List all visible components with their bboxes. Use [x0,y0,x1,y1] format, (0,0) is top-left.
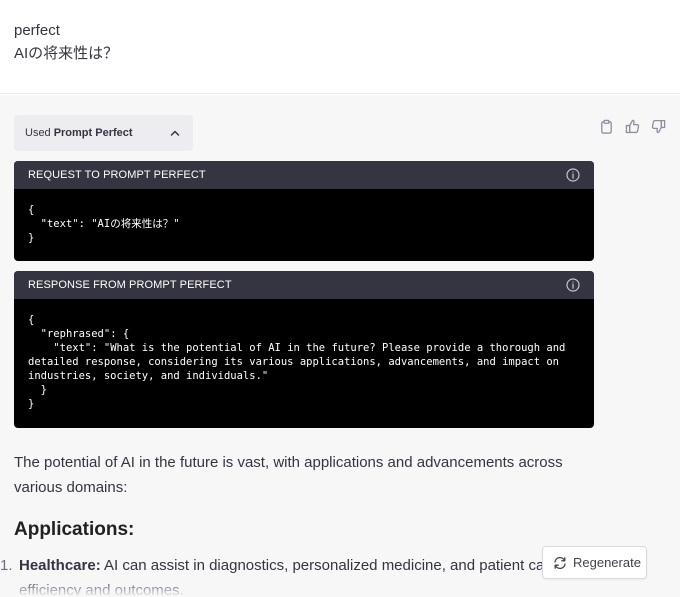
user-message-line2: AIの将来性は？ [14,45,119,62]
info-icon[interactable] [566,278,580,292]
thumbs-down-icon[interactable] [650,118,666,134]
info-icon[interactable] [566,168,580,182]
response-codebox: RESPONSE FROM PROMPT PERFECT { "rephrase… [14,271,594,428]
bottom-fade [0,584,680,597]
answer-heading: Applications: [14,519,135,540]
answer-paragraph: The potential of AI in the future is vas… [14,454,563,496]
user-message: perfect AIの将来性は？ [0,0,680,94]
chevron-up-icon [169,127,181,139]
regenerate-button[interactable]: Regenerate [542,546,647,579]
used-plugin-toggle[interactable]: Used Prompt Perfect [14,115,193,151]
clipboard-icon[interactable] [598,118,614,134]
request-code: { "text": "AIの将来性は？" } [28,204,180,244]
request-header: REQUEST TO PROMPT PERFECT [14,161,594,189]
list-item-title: Healthcare: [19,557,101,574]
response-header-label: RESPONSE FROM PROMPT PERFECT [28,279,232,291]
list-item-text: Healthcare: AI can assist in diagnostics… [19,553,599,578]
user-message-line1: perfect [14,22,60,39]
response-header: RESPONSE FROM PROMPT PERFECT [14,271,594,299]
list-item-number: 1. [0,557,13,574]
regenerate-label: Regenerate [573,555,641,570]
plugin-name: Prompt Perfect [53,127,133,139]
request-header-label: REQUEST TO PROMPT PERFECT [28,169,206,181]
message-actions [598,118,666,134]
response-code: { "rephrased": { "text": "What is the po… [28,314,566,410]
list-item-body: AI can assist in diagnostics, personaliz… [100,557,582,574]
thumbs-up-icon[interactable] [624,118,640,134]
used-plugin-prefix: Used [25,127,51,139]
refresh-icon [553,556,567,570]
request-codebox: REQUEST TO PROMPT PERFECT { "text": "AIの… [14,161,594,261]
